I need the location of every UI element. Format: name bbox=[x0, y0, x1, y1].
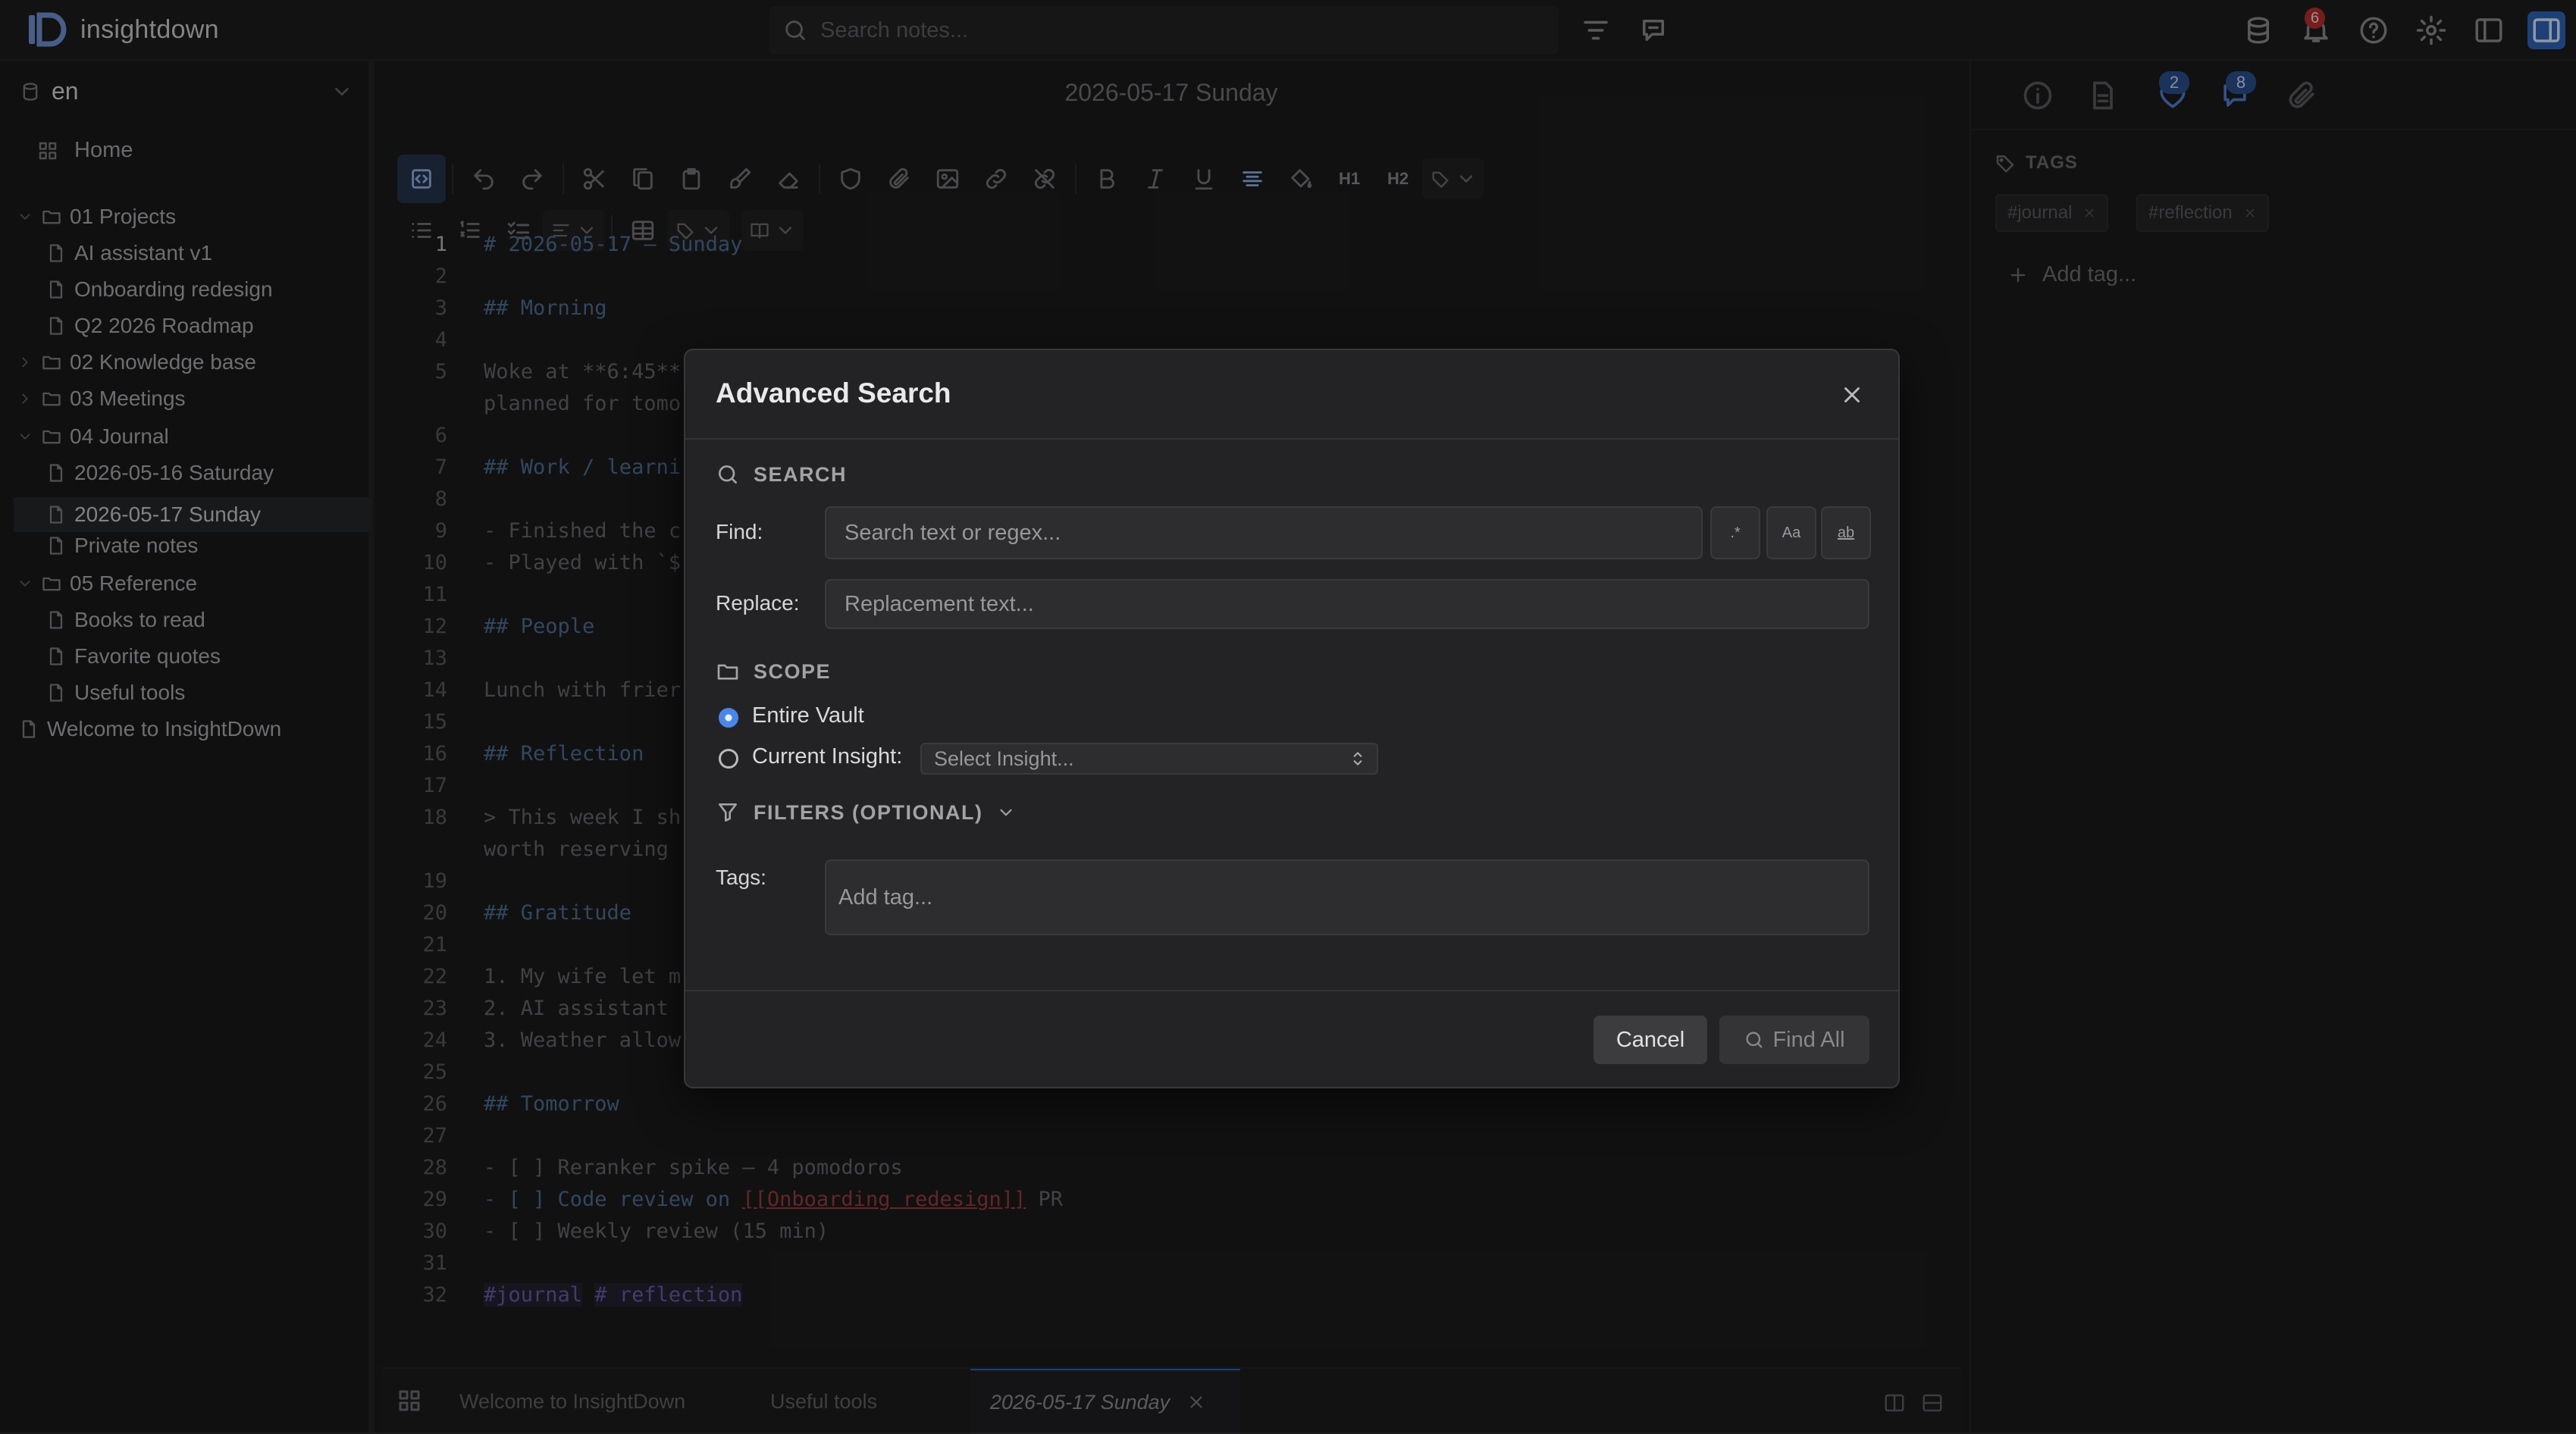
find-placeholder: Search text or regex... bbox=[845, 520, 1061, 545]
dialog-header: Advanced Search bbox=[685, 350, 1898, 440]
section-label: SEARCH bbox=[754, 462, 848, 486]
scope-current-insight-radio[interactable] bbox=[719, 749, 738, 769]
tags-filter-input[interactable]: Add tag... bbox=[825, 859, 1869, 935]
regex-icon: .* bbox=[1730, 524, 1741, 541]
tags-placeholder: Add tag... bbox=[838, 885, 933, 910]
find-input[interactable]: Search text or regex... bbox=[825, 506, 1703, 559]
replace-placeholder: Replacement text... bbox=[845, 591, 1034, 616]
chevron-down-icon bbox=[1000, 809, 1013, 816]
dialog-footer-divider bbox=[685, 990, 1898, 991]
case-sensitive-toggle[interactable]: Aa bbox=[1766, 506, 1816, 559]
scope-current-insight-label[interactable]: Current Insight: bbox=[752, 744, 902, 769]
search-icon bbox=[1746, 1032, 1763, 1048]
replace-input[interactable]: Replacement text... bbox=[825, 579, 1869, 629]
case-icon: Aa bbox=[1782, 524, 1801, 541]
folder-icon bbox=[717, 664, 738, 680]
filters-section-heading[interactable]: FILTERS (OPTIONAL) bbox=[716, 800, 1016, 825]
chevron-up-down-icon bbox=[1353, 752, 1362, 766]
replace-label: Replace: bbox=[716, 591, 800, 615]
cancel-button[interactable]: Cancel bbox=[1594, 1016, 1707, 1064]
scope-entire-vault-radio[interactable] bbox=[719, 708, 738, 728]
scope-entire-vault-label[interactable]: Entire Vault bbox=[752, 703, 864, 728]
advanced-search-dialog: Advanced Search SEARCH Find: Search text… bbox=[684, 349, 1900, 1088]
section-label: FILTERS (OPTIONAL) bbox=[754, 800, 983, 824]
insight-select-value: Select Insight... bbox=[934, 747, 1074, 770]
filter-funnel-icon bbox=[719, 803, 737, 822]
scope-section-heading: SCOPE bbox=[716, 659, 831, 684]
dialog-title: Advanced Search bbox=[716, 377, 951, 409]
cancel-label: Cancel bbox=[1615, 1027, 1685, 1052]
section-label: SCOPE bbox=[754, 659, 832, 683]
find-label: Find: bbox=[716, 520, 763, 543]
whole-word-icon: ab bbox=[1837, 524, 1855, 541]
insight-select[interactable]: Select Insight... bbox=[920, 743, 1378, 775]
search-section-heading: SEARCH bbox=[716, 462, 847, 487]
find-all-label: Find All bbox=[1772, 1027, 1845, 1052]
tags-label: Tags: bbox=[716, 866, 766, 889]
close-icon[interactable] bbox=[1839, 382, 1865, 408]
find-all-button[interactable]: Find All bbox=[1719, 1016, 1869, 1064]
whole-word-toggle[interactable]: ab bbox=[1821, 506, 1871, 559]
search-icon bbox=[719, 465, 737, 484]
regex-toggle[interactable]: .* bbox=[1710, 506, 1760, 559]
